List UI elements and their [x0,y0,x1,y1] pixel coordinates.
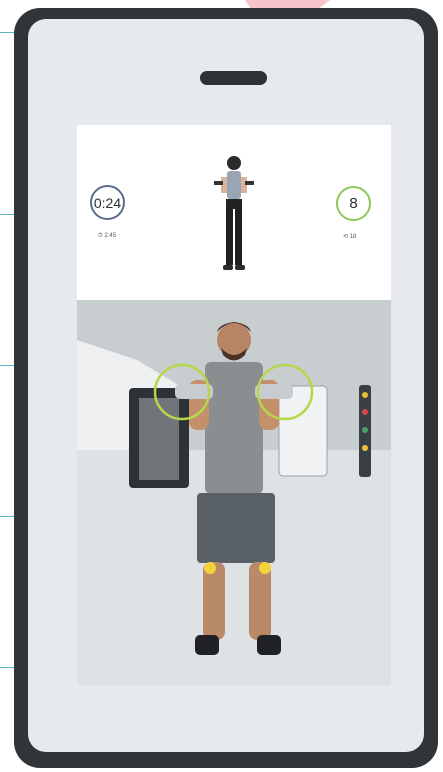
user-camera-scene [77,300,391,685]
device-foot [106,762,114,768]
total-time-label: ⏱ 2:45 [98,233,117,239]
device-screen: 0:24 ⏱ 2:45 8 ⟲ 18 [77,125,391,685]
right-knee-marker [259,562,271,574]
reps-value: 8 [349,195,358,212]
timer-value: 0:24 [93,194,122,211]
speaker-grille [200,71,267,85]
reps-ring: 8 [336,186,371,221]
device-foot [406,762,414,768]
device-foot [40,762,48,768]
timer-ring: 0:24 [90,185,125,220]
device-foot [356,762,364,768]
left-knee-marker [204,562,216,574]
instructor-video-pane: 0:24 ⏱ 2:45 8 ⟲ 18 [77,125,391,300]
fitness-mirror-device: 0:24 ⏱ 2:45 8 ⟲ 18 [14,8,438,768]
target-reps-label: ⟲ 18 [343,234,357,240]
user-camera-pane [77,300,391,685]
